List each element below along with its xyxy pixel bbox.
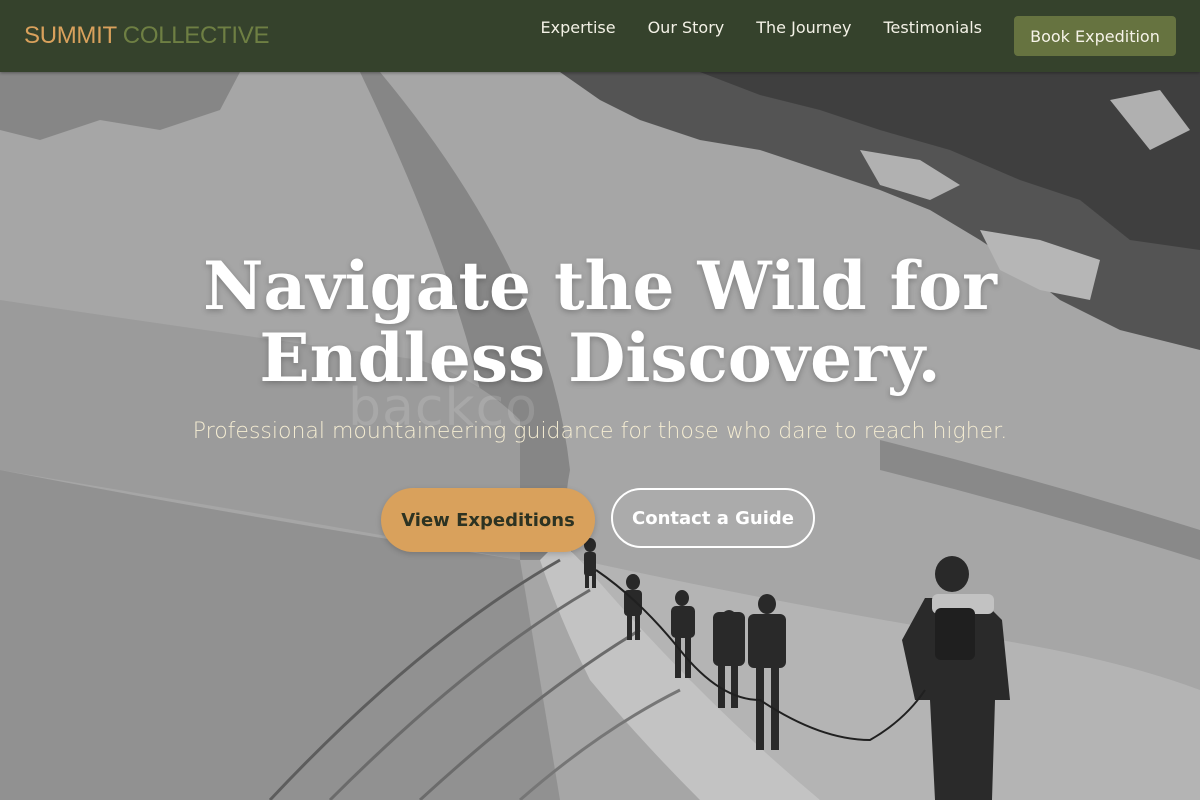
nav-link-expertise[interactable]: Expertise — [541, 16, 616, 40]
nav-link-testimonials[interactable]: Testimonials — [884, 16, 983, 40]
hero-headline-line-1: Navigate the Wild for — [203, 247, 997, 325]
hero-headline-line-2: Endless Discovery. — [259, 319, 941, 397]
contact-guide-button[interactable]: Contact a Guide — [611, 488, 815, 548]
hero-headline: Navigate the Wild for Endless Discovery. — [0, 250, 1200, 394]
hero-subheadline: Professional mountaineering guidance for… — [192, 419, 1008, 444]
nav-links: Expertise Our Story The Journey Testimon… — [541, 16, 982, 40]
brand-logo[interactable]: SUMMIT COLLECTIVE — [24, 20, 269, 52]
book-expedition-button[interactable]: Book Expedition — [1014, 16, 1176, 56]
brand-name-primary: SUMMIT — [24, 22, 117, 49]
nav-link-the-journey[interactable]: The Journey — [756, 16, 851, 40]
view-expeditions-button[interactable]: View Expeditions — [381, 488, 595, 552]
hero-overlay — [0, 0, 1200, 800]
nav-link-our-story[interactable]: Our Story — [648, 16, 725, 40]
brand-name-secondary: COLLECTIVE — [122, 22, 270, 49]
top-navbar: SUMMIT COLLECTIVE Expertise Our Story Th… — [0, 0, 1200, 72]
hero-section — [0, 0, 1200, 800]
